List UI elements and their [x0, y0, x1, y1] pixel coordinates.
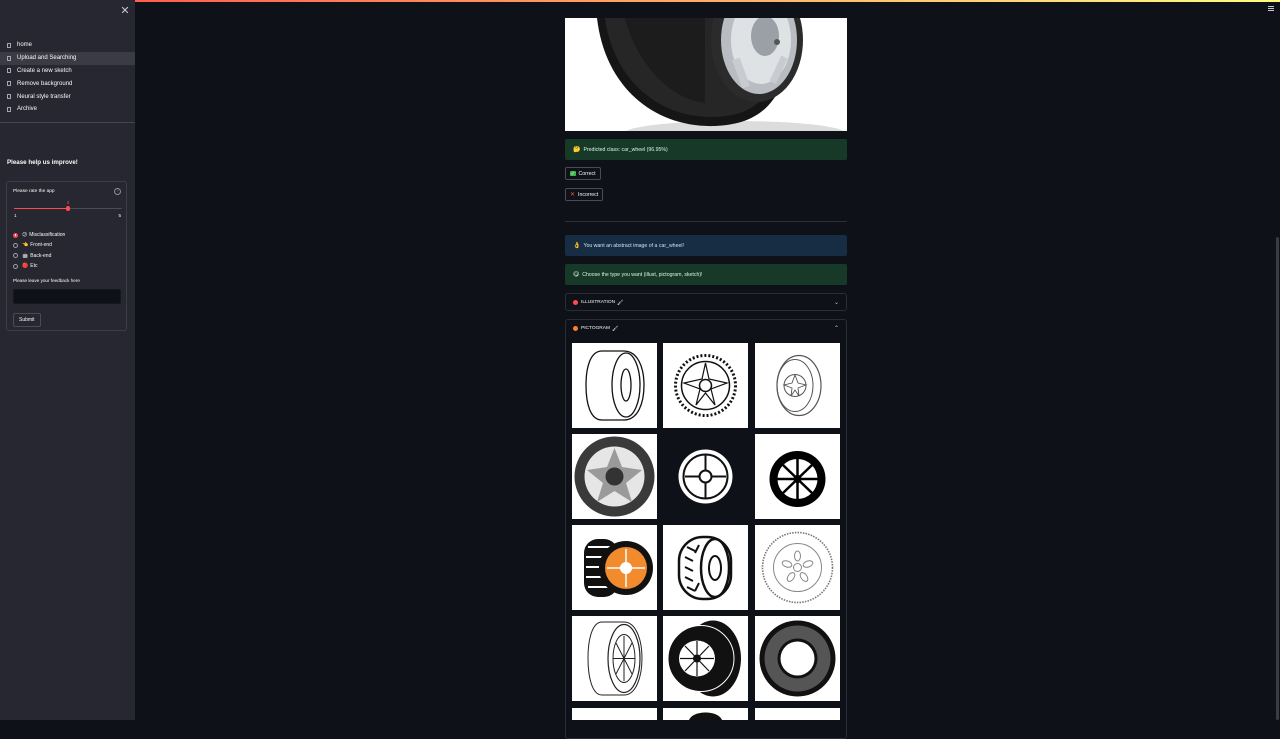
sidebar-item-label: Neural style transfer: [17, 93, 71, 100]
paintbrush-emoji: 🖌: [611, 325, 619, 332]
sidebar-item-archive[interactable]: Archive: [0, 103, 135, 116]
feedback-type-radio-group: 😕 Misclassification 👈 Front-end 🤖 Back-end …: [13, 230, 65, 271]
illustration-expander[interactable]: ILLUSTRATION 🖌 ⌄: [565, 293, 847, 311]
incorrect-button[interactable]: ✕ Incorrect: [565, 188, 604, 201]
sidebar-item-home[interactable]: home: [0, 39, 135, 52]
radio-option-misclassification[interactable]: 😕 Misclassification: [13, 230, 65, 240]
feedback-heading: Please help us improve!: [7, 159, 78, 166]
expander-header[interactable]: PICTOGRAM 🖌 ⌃: [566, 320, 846, 337]
feedback-textarea-label: Please leave your feedback here: [13, 278, 80, 283]
submit-button[interactable]: Submit: [13, 313, 41, 327]
sidebar-item-create-sketch[interactable]: Create a new sketch: [0, 65, 135, 78]
expander-label: PICTOGRAM: [581, 326, 610, 331]
predicted-class-alert: 🤔 Predicted class: car_wheel (96.95%): [565, 139, 847, 160]
pictogram-image[interactable]: [663, 708, 748, 720]
choose-type-alert: 😋 Choose the type you want (illust, pict…: [565, 264, 847, 285]
pictogram-image[interactable]: [755, 525, 840, 610]
document-icon: [7, 94, 11, 100]
pictogram-image[interactable]: [663, 343, 748, 428]
pictogram-image[interactable]: [663, 525, 748, 610]
check-icon: ✓: [570, 170, 576, 177]
red-circle-icon: [573, 300, 578, 305]
sidebar-item-label: Upload and Searching: [17, 55, 77, 62]
abstract-info-text: You want an abstract image of a car_whee…: [583, 242, 684, 249]
help-icon[interactable]: ?: [114, 188, 121, 195]
slider-fill: [14, 207, 68, 210]
radio-option-front-end[interactable]: 👈 Front-end: [13, 240, 65, 250]
feedback-form: Please rate the app ? 3 1 5 😕 Misclassifi…: [6, 181, 127, 331]
predicted-class-text: Predicted class: car_wheel (96.95%): [583, 146, 668, 153]
sidebar-item-upload-and-searching[interactable]: Upload and Searching: [0, 51, 135, 65]
slider-thumb[interactable]: [65, 206, 71, 211]
pictogram-image[interactable]: [572, 616, 657, 701]
pictogram-image[interactable]: [572, 708, 657, 720]
abstract-info-alert: 👌 You want an abstract image of a car_wh…: [565, 235, 847, 256]
top-accent-bar: [0, 0, 1280, 2]
pictogram-image[interactable]: [572, 434, 657, 519]
sidebar-item-remove-background[interactable]: Remove background: [0, 77, 135, 90]
document-icon: [7, 42, 11, 48]
option-emoji: 🤖: [22, 252, 29, 259]
close-icon[interactable]: ✕: [120, 4, 130, 17]
radio-button[interactable]: [13, 232, 18, 238]
pictogram-image[interactable]: [663, 434, 748, 519]
pictogram-image[interactable]: [755, 434, 840, 519]
uploaded-image: [565, 18, 847, 131]
correct-label: Correct: [578, 170, 596, 177]
document-icon: [7, 81, 11, 87]
thinking-emoji: 🤔: [573, 147, 581, 153]
radio-label: Back-end: [30, 252, 52, 259]
ok-hand-emoji: 👌: [573, 243, 581, 249]
pictogram-image[interactable]: [755, 616, 840, 701]
sidebar: ✕ home Upload and Searching Create a new…: [0, 0, 135, 720]
incorrect-label: Incorrect: [578, 191, 599, 198]
correct-button[interactable]: ✓ Correct: [565, 167, 601, 180]
orange-circle-icon: [573, 326, 578, 331]
sidebar-item-neural-style-transfer[interactable]: Neural style transfer: [0, 90, 135, 103]
cross-icon: ✕: [570, 192, 576, 198]
sidebar-item-label: Archive: [17, 106, 38, 113]
sidebar-divider: [0, 122, 135, 123]
radio-button[interactable]: [13, 253, 18, 259]
chevron-down-icon[interactable]: ⌄: [834, 299, 839, 306]
chevron-up-icon[interactable]: ⌃: [834, 325, 839, 332]
document-icon: [7, 55, 11, 61]
expander-label: ILLUSTRATION: [581, 300, 616, 305]
rate-label: Please rate the app: [13, 189, 55, 194]
pictogram-image[interactable]: [572, 343, 657, 428]
radio-option-back-end[interactable]: 🤖 Back-end: [13, 251, 65, 261]
slider-value: 3: [66, 199, 70, 205]
yum-emoji: 😋: [573, 272, 580, 278]
expander-header[interactable]: ILLUSTRATION 🖌 ⌄: [566, 294, 846, 311]
pictogram-image[interactable]: [572, 525, 657, 610]
document-icon: [7, 68, 11, 74]
pictogram-image[interactable]: [755, 343, 840, 428]
sidebar-item-label: home: [17, 42, 33, 49]
slider-max-label: 5: [118, 213, 121, 218]
hamburger-menu-icon[interactable]: [1268, 6, 1274, 11]
radio-button[interactable]: [13, 242, 18, 248]
divider: [565, 221, 847, 222]
scrollbar[interactable]: [1276, 237, 1279, 720]
radio-label: Front-end: [30, 242, 52, 249]
sidebar-item-label: Remove background: [17, 80, 73, 87]
rating-slider[interactable]: 3: [14, 200, 122, 211]
paintbrush-emoji: 🖌: [617, 299, 624, 306]
option-emoji: 🔴: [22, 263, 29, 270]
sidebar-item-label: Create a new sketch: [17, 67, 72, 74]
slider-min-label: 1: [14, 213, 17, 218]
option-emoji: 😕: [22, 232, 28, 239]
feedback-textarea[interactable]: [13, 289, 121, 304]
pictogram-image[interactable]: [663, 616, 748, 701]
document-icon: [7, 106, 11, 112]
sidebar-nav: home Upload and Searching Create a new s…: [0, 39, 135, 116]
tire-photo: [565, 18, 847, 131]
option-emoji: 👈: [22, 242, 29, 249]
choose-type-text: Choose the type you want (illust, pictog…: [582, 271, 703, 278]
radio-option-etc[interactable]: 🔴 Etc: [13, 261, 65, 271]
radio-label: Misclassification: [29, 232, 66, 239]
pictogram-image[interactable]: [755, 708, 840, 720]
radio-button[interactable]: [13, 263, 18, 269]
radio-label: Etc: [30, 263, 38, 270]
